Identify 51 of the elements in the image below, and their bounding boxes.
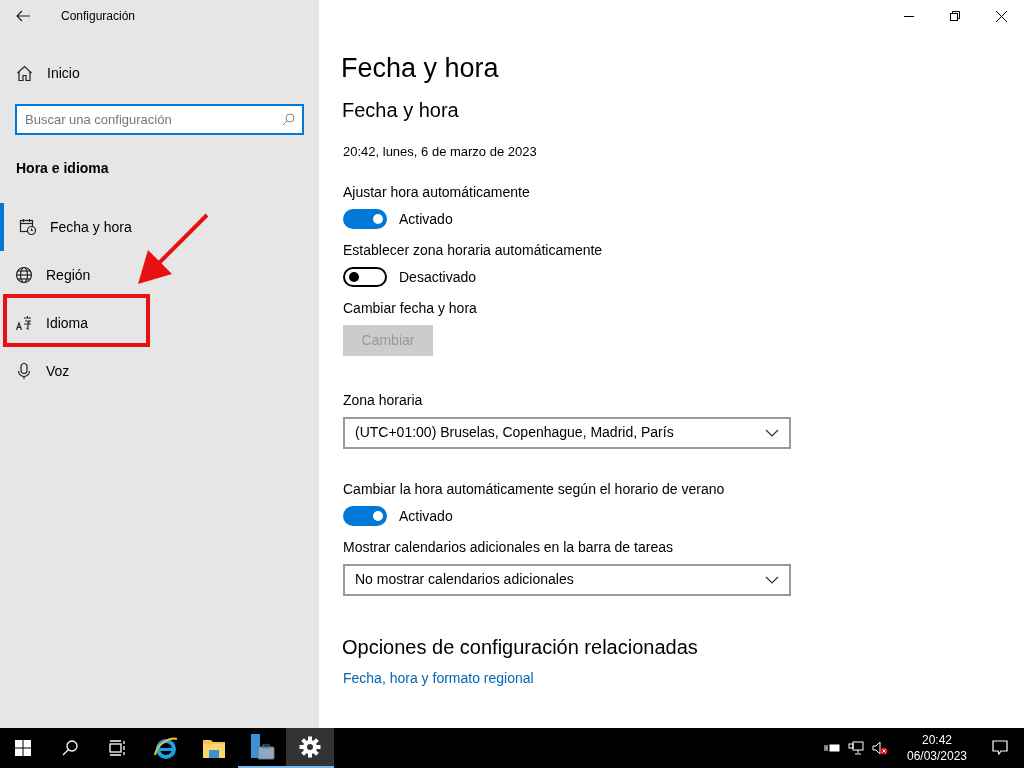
search-icon [62, 740, 78, 756]
chevron-down-icon [765, 428, 779, 437]
setting-label: Mostrar calendarios adicionales en la barra de tareas [343, 537, 674, 557]
setting-label: Cambiar fecha y hora [343, 298, 478, 318]
toggle-switch[interactable] [343, 267, 387, 287]
search-field[interactable]: Buscar una configuración [15, 104, 304, 135]
regional-format-link[interactable]: Fecha, hora y formato regional [343, 667, 534, 689]
section-title: Fecha y hora [342, 98, 460, 123]
close-icon [995, 10, 1007, 22]
minimize-icon [904, 15, 914, 17]
setting-label: Cambiar la hora automáticamente según el horario de verano [343, 479, 726, 499]
window-title: Configuración [61, 8, 136, 25]
taskbar-app-button[interactable] [286, 728, 334, 768]
setting-label: Zona horaria [343, 390, 424, 410]
current-date-time: 20:42, lunes, 6 de marzo de 2023 [343, 143, 538, 161]
toggle-state-label: Desactivado [399, 267, 477, 287]
restore-icon [950, 11, 960, 21]
clock-date: 06/03/2023 [906, 748, 968, 764]
server-toolbox-icon [249, 733, 275, 761]
network-icon [848, 741, 864, 755]
toggle-switch[interactable] [343, 506, 387, 526]
home-icon [16, 64, 33, 82]
section-heading: Hora e idioma [16, 159, 110, 178]
toggle-state-label: Activado [399, 209, 453, 229]
nav-item[interactable]: Idioma [0, 299, 101, 347]
back-arrow-icon [16, 10, 30, 22]
related-heading: Opciones de configuración relacionadas [342, 634, 699, 660]
microphone-icon [15, 362, 33, 380]
muted-speaker-icon [872, 741, 888, 755]
page-title: Fecha y hora [341, 52, 500, 85]
search-icon [282, 113, 295, 126]
setting-label: Ajustar hora automáticamente [343, 182, 531, 202]
task-view-icon [109, 740, 127, 756]
globe-icon [15, 266, 33, 284]
toggle-state-label: Activado [399, 506, 453, 526]
nav-item[interactable]: Voz [0, 347, 82, 395]
settings-icon [299, 736, 321, 758]
dropdown[interactable]: (UTC+01:00) Bruselas, Copenhague, Madrid, París [343, 416, 791, 449]
notification-icon [992, 740, 1008, 756]
windows-logo-icon [15, 740, 31, 756]
browser-icon [153, 735, 179, 761]
chevron-down-icon [765, 575, 779, 584]
calendar-clock-icon [19, 218, 37, 236]
nav-item[interactable]: Región [0, 251, 103, 299]
toggle-switch[interactable] [343, 209, 387, 229]
clock-time: 20:42 [922, 732, 952, 748]
setting-label: Establecer zona horaria automáticamente [343, 240, 604, 260]
dropdown[interactable]: No mostrar calendarios adicionales [343, 563, 791, 596]
home-nav-item[interactable]: Inicio [0, 49, 319, 97]
language-icon [15, 314, 33, 332]
nav-item[interactable]: Fecha y hora [0, 203, 144, 251]
